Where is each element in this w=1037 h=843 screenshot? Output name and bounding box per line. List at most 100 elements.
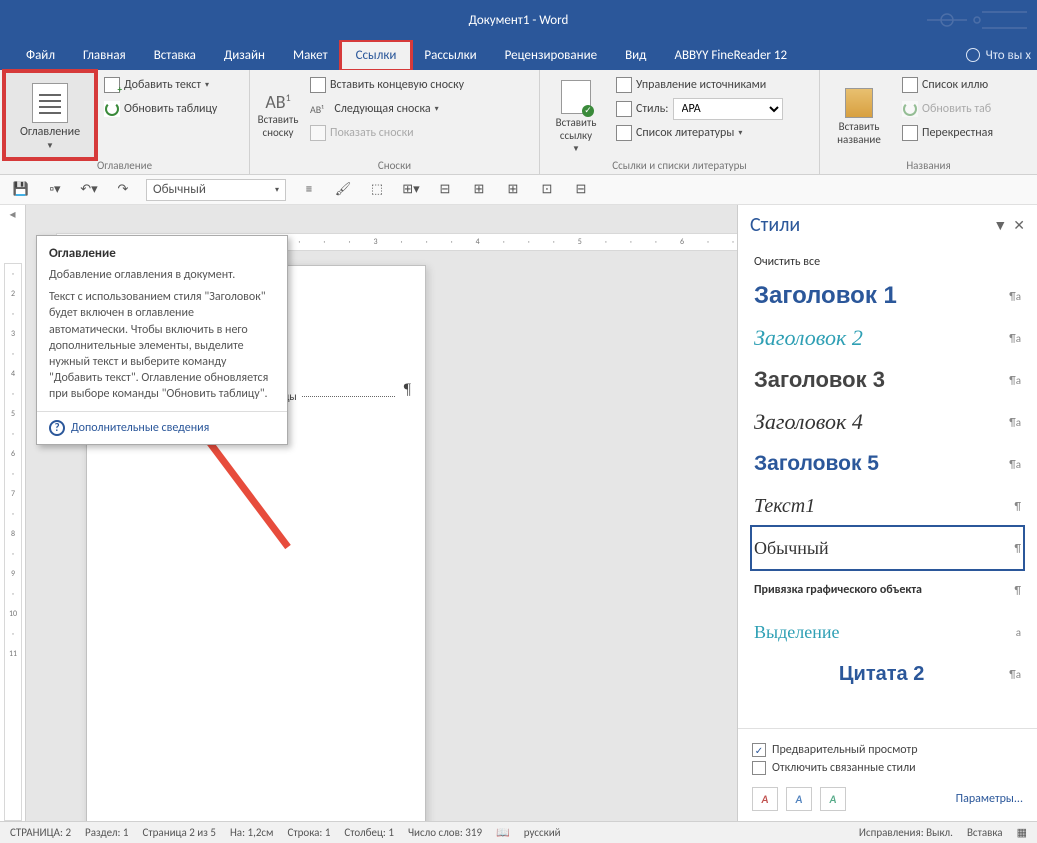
tab-Ссылки[interactable]: Ссылки — [342, 42, 411, 69]
status-line[interactable]: Строка: 1 — [288, 826, 331, 839]
style-item[interactable]: Обычный¶ — [752, 527, 1023, 569]
styles-header: Стили ▼✕ — [738, 205, 1037, 245]
style-item[interactable]: Заголовок 5¶a — [752, 443, 1023, 485]
biblio-icon — [616, 125, 632, 141]
qat-btn-3[interactable]: ⬚ — [366, 179, 388, 201]
insert-endnote-button[interactable]: Вставить концевую сноску — [306, 73, 468, 97]
status-track[interactable]: Исправления: Выкл. — [859, 826, 953, 839]
style-row: Стиль: APA — [612, 97, 787, 121]
pane-options-icon[interactable]: ▼ — [993, 217, 1007, 234]
endnote-icon — [310, 77, 326, 93]
tab-Макет[interactable]: Макет — [279, 42, 342, 69]
tab-Файл[interactable]: Файл — [12, 42, 69, 69]
undo-button[interactable]: ↶▾ — [78, 179, 100, 201]
tab-Дизайн[interactable]: Дизайн — [210, 42, 279, 69]
manage-sources-button[interactable]: Управление источниками — [612, 73, 787, 97]
qat-btn-2[interactable]: 🖌 — [332, 179, 354, 201]
style-selector[interactable]: Обычный▾ — [146, 179, 286, 201]
ribbon: Оглавление ▼ Добавить текст ▾ Обновить т… — [0, 70, 1037, 175]
qat-btn-4[interactable]: ⊞▾ — [400, 179, 422, 201]
style-item[interactable]: Заголовок 4¶a — [752, 401, 1023, 443]
styles-pane: Стили ▼✕ Очистить все Заголовок 1¶aЗагол… — [737, 205, 1037, 821]
pane-close-icon[interactable]: ✕ — [1013, 217, 1025, 234]
new-style-button[interactable]: A — [752, 787, 778, 811]
update-toc-button[interactable]: Обновить таблицу — [100, 97, 221, 121]
preview-checkbox[interactable]: ✓Предварительный просмотр — [752, 743, 1023, 757]
tooltip-p2: Текст с использованием стиля "Заголовок"… — [49, 289, 275, 402]
tab-Вставка[interactable]: Вставка — [140, 42, 210, 69]
quick-toolbar: 💾 ▫▾ ↶▾ ↷ Обычный▾ ≡ 🖌 ⬚ ⊞▾ ⊟ ⊞ ⊞ ⊡ ⊟ — [0, 175, 1037, 205]
toc-tooltip: Оглавление Добавление оглавления в докум… — [36, 235, 288, 445]
insert-caption-button[interactable]: Вставить название — [826, 73, 892, 157]
update-table-button: Обновить таб — [898, 97, 997, 121]
next-footnote-button[interactable]: AB¹ Следующая сноска ▾ — [306, 97, 468, 121]
status-page-of[interactable]: Страница 2 из 5 — [143, 826, 216, 839]
citation-icon: ✓ — [561, 80, 591, 114]
cross-ref-button[interactable]: Перекрестная — [898, 121, 997, 145]
cross-icon — [902, 125, 918, 141]
status-col[interactable]: Столбец: 1 — [344, 826, 394, 839]
style-item[interactable]: Цитата 2¶a — [752, 653, 1023, 695]
clear-all[interactable]: Очистить все — [752, 249, 1023, 275]
tab-Рассылки[interactable]: Рассылки — [410, 42, 490, 69]
tab-Рецензирование[interactable]: Рецензирование — [491, 42, 611, 69]
redo-button[interactable]: ↷ — [112, 179, 134, 201]
toc-label: Оглавление — [20, 125, 80, 139]
add-text-icon — [104, 77, 120, 93]
style-item[interactable]: Выделениеa — [752, 611, 1023, 653]
new-button[interactable]: ▫▾ — [44, 179, 66, 201]
status-words[interactable]: Число слов: 319 — [408, 826, 482, 839]
style-item[interactable]: Привязка графического объекта¶ — [752, 569, 1023, 611]
left-rail: ◂ ·2·3·4·5·6·7·8·9·10·11 — [0, 205, 26, 821]
proofing-icon[interactable]: 📖 — [496, 826, 510, 839]
group-footnotes: AB1 Вставить сноску Вставить концевую сн… — [250, 70, 540, 174]
status-section[interactable]: Раздел: 1 — [85, 826, 128, 839]
qat-btn-8[interactable]: ⊡ — [536, 179, 558, 201]
style-item[interactable]: Заголовок 2¶a — [752, 317, 1023, 359]
workspace: ◂ ·2·3·4·5·6·7·8·9·10·11 Оглавление Доба… — [0, 205, 1037, 821]
qat-btn-1[interactable]: ≡ — [298, 179, 320, 201]
status-at[interactable]: На: 1,2см — [230, 826, 274, 839]
style-item[interactable]: Заголовок 3¶a — [752, 359, 1023, 401]
collapse-nav[interactable]: ◂ — [0, 207, 25, 222]
manage-styles-button[interactable]: A — [820, 787, 846, 811]
qat-btn-9[interactable]: ⊟ — [570, 179, 592, 201]
manage-icon — [616, 77, 632, 93]
vertical-ruler[interactable]: ·2·3·4·5·6·7·8·9·10·11 — [4, 263, 22, 821]
style-inspector-button[interactable]: A — [786, 787, 812, 811]
window-title: Документ1 - Word — [469, 13, 569, 28]
tab-Вид[interactable]: Вид — [611, 42, 660, 69]
toc-button[interactable]: Оглавление ▼ — [6, 73, 94, 157]
group-citations: ✓ Вставить ссылку ▼ Управление источника… — [540, 70, 820, 174]
tab-ABBYY FineReader 12[interactable]: ABBYY FineReader 12 — [660, 42, 801, 69]
style-item[interactable]: Заголовок 1¶a — [752, 275, 1023, 317]
ribbon-tabs: ФайлГлавнаяВставкаДизайнМакетСсылкиРассы… — [0, 40, 1037, 70]
citation-style-select[interactable]: APA — [673, 98, 783, 120]
insert-citation-button[interactable]: ✓ Вставить ссылку ▼ — [546, 73, 606, 157]
bibliography-button[interactable]: Список литературы ▾ — [612, 121, 787, 145]
add-text-button[interactable]: Добавить текст ▾ — [100, 73, 221, 97]
styles-footer: ✓Предварительный просмотр Отключить связ… — [738, 728, 1037, 821]
tooltip-more[interactable]: ?Дополнительные сведения — [37, 411, 287, 444]
qat-btn-6[interactable]: ⊞ — [468, 179, 490, 201]
insert-footnote-button[interactable]: AB1 Вставить сноску — [256, 73, 300, 157]
status-page[interactable]: СТРАНИЦА: 2 — [10, 826, 71, 839]
qat-btn-5[interactable]: ⊟ — [434, 179, 456, 201]
tab-Главная[interactable]: Главная — [69, 42, 140, 69]
styles-list: Очистить все Заголовок 1¶aЗаголовок 2¶aЗ… — [738, 245, 1037, 728]
style-item[interactable]: Текст1¶ — [752, 485, 1023, 527]
styles-params[interactable]: Параметры... — [956, 792, 1023, 806]
status-mode[interactable]: Вставка — [967, 826, 1003, 839]
save-button[interactable]: 💾 — [10, 179, 32, 201]
macro-icon[interactable]: ▦ — [1017, 826, 1027, 839]
group-citations-label: Ссылки и списки литературы — [546, 157, 813, 174]
tooltip-p1: Добавление оглавления в документ. — [49, 267, 275, 283]
disable-linked-checkbox[interactable]: Отключить связанные стили — [752, 761, 1023, 775]
list-figures-button[interactable]: Список иллю — [898, 73, 997, 97]
group-captions: Вставить название Список иллю Обновить т… — [820, 70, 1037, 174]
show-footnotes-button: Показать сноски — [306, 121, 468, 145]
status-lang[interactable]: русский — [524, 826, 561, 839]
qat-btn-7[interactable]: ⊞ — [502, 179, 524, 201]
tooltip-title: Оглавление — [49, 246, 275, 261]
tell-me[interactable]: Что вы х — [966, 48, 1037, 63]
